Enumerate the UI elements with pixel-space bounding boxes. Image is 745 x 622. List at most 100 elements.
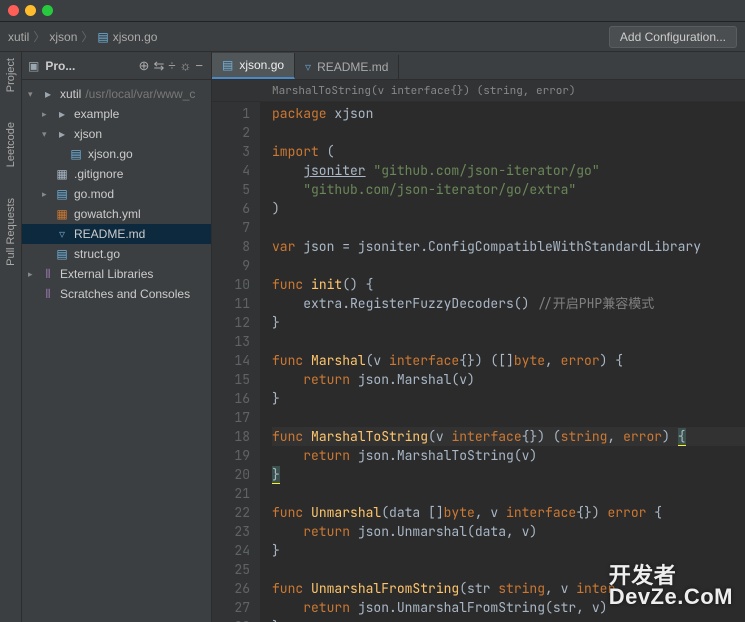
code-line[interactable]: return json.MarshalToString(v)	[272, 446, 745, 465]
code-line[interactable]	[272, 218, 745, 237]
code-line[interactable]: )	[272, 199, 745, 218]
tree-item-scratches-and-consoles[interactable]: ⫴Scratches and Consoles	[22, 284, 211, 304]
line-number: 2	[212, 123, 250, 142]
code-line[interactable]: func init() {	[272, 275, 745, 294]
line-number: 25	[212, 560, 250, 579]
line-number: 5	[212, 180, 250, 199]
tree-item-xjson-go[interactable]: ▤ xjson.go	[22, 144, 211, 164]
crumb-sep: 〉	[33, 28, 45, 45]
go-file-icon: ▤	[68, 147, 84, 161]
expand-arrow-icon[interactable]: ▸	[42, 109, 54, 120]
code-line[interactable]: extra.RegisterFuzzyDecoders() //开启PHP兼容模…	[272, 294, 745, 313]
expand-arrow-icon[interactable]: ▾	[28, 89, 40, 100]
tree-item--gitignore[interactable]: ▦ .gitignore	[22, 164, 211, 184]
expand-arrow-icon[interactable]: ▸	[28, 269, 40, 280]
tree-item-label: xjson.go	[88, 147, 133, 161]
code-line[interactable]: "github.com/json-iterator/go/extra"	[272, 180, 745, 199]
code-line[interactable]	[272, 484, 745, 503]
code-line[interactable]	[272, 408, 745, 427]
panel-tool-button[interactable]: −	[193, 58, 205, 73]
breadcrumb-item[interactable]: xjson.go	[113, 30, 158, 44]
go-file-icon: ▤	[54, 187, 70, 201]
line-number: 11	[212, 294, 250, 313]
main-layout: Project Leetcode Pull Requests ▣ Pro... ⊕⇆…	[0, 52, 745, 622]
tree-item-gowatch-yml[interactable]: ▦gowatch.yml	[22, 204, 211, 224]
line-number: 14	[212, 351, 250, 370]
folder-icon: ▸	[40, 87, 56, 101]
code-line[interactable]: }	[272, 313, 745, 332]
go-file-icon: ▤	[54, 247, 70, 261]
close-icon[interactable]	[8, 5, 19, 16]
line-number: 9	[212, 256, 250, 275]
line-number: 1	[212, 104, 250, 123]
code-line[interactable]: package xjson	[272, 104, 745, 123]
expand-arrow-icon[interactable]: ▾	[42, 129, 54, 140]
panel-tool-button[interactable]: ⊕	[137, 58, 152, 73]
code-editor[interactable]: 1234567891011121314151617181920212223242…	[212, 102, 745, 622]
code-line[interactable]: jsoniter "github.com/json-iterator/go"	[272, 161, 745, 180]
panel-tool-button[interactable]: ÷	[166, 58, 177, 73]
code-line[interactable]: import (	[272, 142, 745, 161]
line-number: 17	[212, 408, 250, 427]
code-line[interactable]	[272, 560, 745, 579]
maximize-icon[interactable]	[42, 5, 53, 16]
tree-item-struct-go[interactable]: ▤ struct.go	[22, 244, 211, 264]
tree-item-readme-md[interactable]: ▿ README.md	[22, 224, 211, 244]
tree-item-xjson[interactable]: ▾▸xjson	[22, 124, 211, 144]
tab-label: xjson.go	[239, 58, 284, 72]
line-number: 28	[212, 617, 250, 622]
tree-item-label: gowatch.yml	[74, 207, 141, 221]
editor-tab-readme-md[interactable]: ▿README.md	[295, 55, 399, 79]
expand-arrow-icon[interactable]: ▸	[42, 189, 54, 200]
line-number: 7	[212, 218, 250, 237]
code-line[interactable]: func Unmarshal(data []byte, v interface{…	[272, 503, 745, 522]
project-tree[interactable]: ▾▸xutil/usr/local/var/www_c▸▸example▾▸xj…	[22, 80, 211, 308]
tree-item-label: struct.go	[74, 247, 120, 261]
panel-tool-button[interactable]: ☼	[177, 58, 193, 73]
code-line[interactable]: }	[272, 465, 745, 484]
code-line[interactable]	[272, 256, 745, 275]
file-icon: ▦	[54, 167, 70, 181]
tree-item-xutil[interactable]: ▾▸xutil/usr/local/var/www_c	[22, 84, 211, 104]
line-number: 24	[212, 541, 250, 560]
tree-item-example[interactable]: ▸▸example	[22, 104, 211, 124]
panel-tool-button[interactable]: ⇆	[151, 58, 166, 73]
crumb-sep: 〉	[81, 28, 93, 45]
rail-project[interactable]: Project	[5, 58, 17, 92]
code-line[interactable]: func Marshal(v interface{}) ([]byte, err…	[272, 351, 745, 370]
rail-pull-requests[interactable]: Pull Requests	[5, 198, 17, 266]
code-line[interactable]: return json.Unmarshal(data, v)	[272, 522, 745, 541]
editor-tab-xjson-go[interactable]: ▤ xjson.go	[212, 53, 295, 79]
breadcrumb-item[interactable]: xjson	[49, 30, 77, 44]
tree-item-label: xjson	[74, 127, 102, 141]
tree-item-external-libraries[interactable]: ▸⫴External Libraries	[22, 264, 211, 284]
code-line[interactable]: }	[272, 617, 745, 622]
tree-item-label: README.md	[74, 227, 145, 241]
editor-tabs: ▤ xjson.go ▿README.md	[212, 52, 745, 80]
code-line[interactable]: }	[272, 541, 745, 560]
code-content[interactable]: package xjson import ( jsoniter "github.c…	[260, 102, 745, 622]
tree-item-go-mod[interactable]: ▸▤go.mod	[22, 184, 211, 204]
tree-item-label: .gitignore	[74, 167, 123, 181]
rail-leetcode[interactable]: Leetcode	[5, 122, 17, 167]
code-line[interactable]: var json = jsoniter.ConfigCompatibleWith…	[272, 237, 745, 256]
project-tool-window: ▣ Pro... ⊕⇆÷☼− ▾▸xutil/usr/local/var/www…	[22, 52, 212, 622]
add-configuration-button[interactable]: Add Configuration...	[609, 26, 737, 48]
code-line[interactable]	[272, 332, 745, 351]
code-line[interactable]: func UnmarshalFromString(str string, v i…	[272, 579, 745, 598]
folder-icon: ▸	[54, 107, 70, 121]
code-line[interactable]	[272, 123, 745, 142]
code-line[interactable]: return json.Marshal(v)	[272, 370, 745, 389]
code-line[interactable]: return json.UnmarshalFromString(str, v)	[272, 598, 745, 617]
code-line[interactable]: }	[272, 389, 745, 408]
minimize-icon[interactable]	[25, 5, 36, 16]
project-panel-header: ▣ Pro... ⊕⇆÷☼−	[22, 52, 211, 80]
code-line[interactable]: func MarshalToString(v interface{}) (str…	[272, 427, 745, 446]
markdown-file-icon: ▿	[54, 227, 70, 241]
tree-item-label: xutil	[60, 87, 81, 101]
breadcrumb-item[interactable]: xutil	[8, 30, 29, 44]
go-file-icon: ▤	[222, 58, 233, 72]
editor-gutter: 1234567891011121314151617181920212223242…	[212, 102, 260, 622]
line-number: 19	[212, 446, 250, 465]
line-number: 21	[212, 484, 250, 503]
